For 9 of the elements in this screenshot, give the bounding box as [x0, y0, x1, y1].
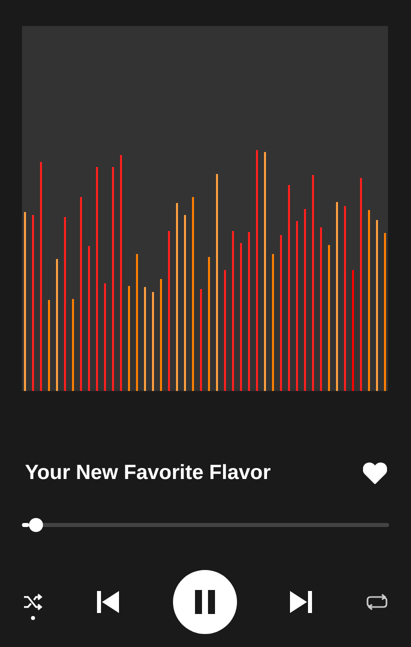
song-title: Your New Favorite Flavor	[25, 461, 271, 485]
slider-thumb[interactable]	[29, 518, 44, 532]
previous-button[interactable]	[96, 590, 120, 614]
progress-slider[interactable]	[22, 518, 389, 532]
heart-icon[interactable]	[363, 462, 387, 484]
shuffle-icon[interactable]	[23, 593, 43, 611]
next-button[interactable]	[288, 590, 313, 614]
pause-icon	[194, 590, 216, 614]
repeat-icon[interactable]	[365, 593, 389, 611]
